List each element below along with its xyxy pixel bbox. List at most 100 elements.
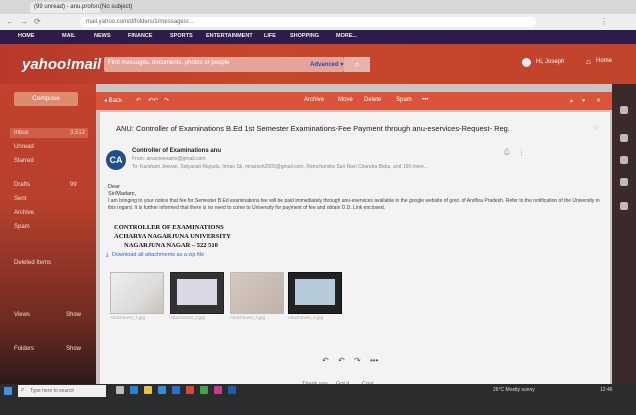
search-icon[interactable]: ⌕: [344, 57, 370, 72]
sidebar-item-unread[interactable]: Unread: [14, 144, 34, 150]
close-icon[interactable]: ✕: [596, 97, 601, 104]
more-button[interactable]: •••: [422, 97, 428, 103]
attachment-thumbnail[interactable]: [170, 272, 224, 314]
weather-widget[interactable]: 26°C Mostly sunny: [493, 387, 535, 393]
attachment-thumbnail[interactable]: [288, 272, 342, 314]
spam-button[interactable]: Spam: [396, 97, 412, 103]
download-icon[interactable]: ⤓: [106, 252, 109, 259]
right-rail: [612, 84, 636, 384]
nav-finance[interactable]: FINANCE: [128, 33, 152, 39]
reply-icon[interactable]: ↶: [322, 356, 329, 365]
task-view-icon[interactable]: [116, 386, 124, 394]
delete-button[interactable]: Delete: [364, 97, 381, 103]
nav-shopping[interactable]: SHOPPING: [290, 33, 319, 39]
reply-all-icon[interactable]: ↶: [338, 356, 345, 365]
sidebar-item-starred[interactable]: Starred: [14, 158, 34, 164]
windows-taskbar: ⌕ Type here to search 26°C Mostly sunny …: [0, 384, 636, 415]
sidebar-item-deleted[interactable]: Deleted Items: [14, 260, 51, 266]
signature-line-3: NAGARJUNA NAGAR – 522 510: [124, 242, 218, 249]
file-explorer-icon[interactable]: [144, 386, 152, 394]
clock[interactable]: 12:46: [600, 387, 613, 393]
sidebar-item-drafts[interactable]: Drafts: [14, 182, 30, 188]
nav-mail[interactable]: MAIL: [62, 33, 75, 39]
sidebar: Compose Inbox 3,512 Unread Starred Draft…: [0, 84, 96, 384]
contacts-icon[interactable]: [620, 134, 628, 142]
forward-icon[interactable]: ↷: [354, 356, 361, 365]
reply-all-icon[interactable]: ↶↶: [148, 97, 158, 104]
mail-header: yahoo!mail Find messages, documents, pho…: [0, 44, 636, 84]
move-button[interactable]: Move: [338, 97, 353, 103]
sidebar-section-views: Views: [14, 312, 30, 318]
sidebar-item-archive[interactable]: Archive: [14, 210, 34, 216]
user-name[interactable]: Hi, Joseph: [536, 59, 564, 65]
forward-icon[interactable]: ↷: [164, 97, 169, 104]
chrome-icon[interactable]: [200, 386, 208, 394]
star-icon[interactable]: ☆: [592, 123, 599, 132]
search-placeholder: Find messages, documents, photos or peop…: [108, 60, 230, 66]
notepad-icon[interactable]: [620, 178, 628, 186]
avatar[interactable]: [522, 58, 531, 67]
browser-tab-mail[interactable]: (99 unread) - anu.proforda...: [30, 2, 100, 13]
search-input[interactable]: Find messages, documents, photos or peop…: [104, 57, 344, 72]
back-arrow-icon[interactable]: ←: [6, 17, 14, 26]
nav-home[interactable]: HOME: [18, 33, 35, 39]
greeting: Dear: [108, 184, 120, 190]
nav-sports[interactable]: SPORTS: [170, 33, 193, 39]
signature-line-1: CONTROLLER OF EXAMINATIONS: [114, 224, 224, 231]
store-icon[interactable]: [158, 386, 166, 394]
menu-icon[interactable]: ⋮: [600, 17, 608, 26]
calendar-icon[interactable]: [620, 156, 628, 164]
help-icon[interactable]: [620, 202, 628, 210]
sidebar-item-sent[interactable]: Sent: [14, 196, 26, 202]
sender-avatar: CA: [106, 150, 126, 170]
nav-entertainment[interactable]: ENTERTAINMENT: [206, 33, 253, 39]
attachment-thumbnail[interactable]: [110, 272, 164, 314]
download-all-link[interactable]: Download all attachments as a zip file: [112, 252, 204, 258]
word-icon[interactable]: [228, 386, 236, 394]
sidebar-item-spam[interactable]: Spam: [14, 224, 30, 230]
url-input[interactable]: mail.yahoo.com/d/folders/1/messages/...: [80, 17, 536, 27]
advanced-search-button[interactable]: Advanced ▾: [310, 61, 343, 68]
mail-icon[interactable]: [172, 386, 180, 394]
forward-arrow-icon[interactable]: →: [20, 17, 28, 26]
views-show-button[interactable]: Show: [66, 312, 81, 318]
reload-icon[interactable]: ⟳: [34, 17, 41, 26]
home-link[interactable]: Home: [596, 58, 612, 64]
browser-tab-2[interactable]: (No subject): [96, 2, 152, 13]
nav-news[interactable]: NEWS: [94, 33, 111, 39]
attachment-thumbnail[interactable]: [230, 272, 284, 314]
compose-button[interactable]: Compose: [14, 92, 78, 106]
home-icon[interactable]: ⌂: [586, 57, 591, 66]
attachment-name: Attachment_3.jpg: [230, 315, 266, 320]
nav-life[interactable]: LIFE: [264, 33, 276, 39]
taskbar-search-input[interactable]: ⌕ Type here to search: [18, 385, 106, 397]
settings-icon[interactable]: [620, 106, 628, 114]
more-options-icon[interactable]: ⋮: [518, 149, 525, 157]
more-icon[interactable]: •••: [370, 356, 378, 365]
sidebar-section-folders: Folders: [14, 346, 35, 352]
browser-tab-bar: (99 unread) - anu.proforda... (No subjec…: [0, 0, 636, 14]
sender-name[interactable]: Controller of Examinations anu: [132, 148, 221, 154]
taskbar-search-placeholder: Type here to search: [30, 388, 75, 394]
photos-icon[interactable]: [214, 386, 222, 394]
up-arrow-icon[interactable]: ▴: [570, 97, 573, 104]
folders-show-button[interactable]: Show: [66, 346, 81, 352]
nav-more[interactable]: MORE...: [336, 33, 357, 39]
edge-icon[interactable]: [130, 386, 138, 394]
search-icon: ⌕: [21, 387, 25, 393]
yahoo-mail-logo[interactable]: yahoo!mail: [22, 56, 101, 73]
to-line[interactable]: To: Karsham Jeevan, Satyavati Rayudu, Im…: [132, 164, 552, 170]
salutation: Sir/Madam,: [108, 191, 137, 197]
attachment-name: Attachment_2.jpg: [170, 315, 206, 320]
sidebar-item-inbox[interactable]: Inbox: [14, 130, 29, 136]
message-subject: ANU: Controller of Examinations B.Ed 1st…: [116, 124, 510, 133]
archive-button[interactable]: Archive: [304, 97, 324, 103]
down-arrow-icon[interactable]: ▾: [582, 97, 585, 104]
print-icon[interactable]: ⎙: [504, 149, 510, 157]
reply-icon[interactable]: ↶: [136, 97, 141, 104]
back-button[interactable]: ◂ Back: [104, 97, 122, 104]
office-icon[interactable]: [186, 386, 194, 394]
message-pane: ANU: Controller of Examinations B.Ed 1st…: [100, 112, 610, 387]
attachment-name: Attachment_1.jpg: [110, 315, 146, 320]
windows-start-icon[interactable]: [4, 387, 12, 395]
